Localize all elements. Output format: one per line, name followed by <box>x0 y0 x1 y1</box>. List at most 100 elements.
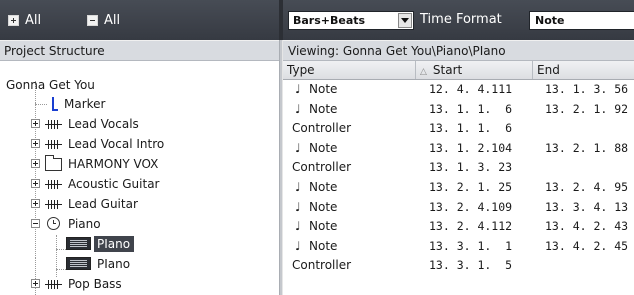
tree-root-label: Gonna Get You <box>6 78 95 92</box>
event-row[interactable]: ♩ Note 13. 2. 4.109 13. 3. 4. 13 <box>283 198 634 218</box>
event-type-cell[interactable]: ♩ Note <box>295 141 337 155</box>
tree-item-label: PIano <box>94 236 135 252</box>
viewing-path: Viewing: Gonna Get You\Piano\PIano <box>288 44 506 58</box>
tree-item-label: Lead Vocal Intro <box>68 137 165 151</box>
note-icon: ♩ <box>295 180 301 194</box>
expand-icon[interactable] <box>31 199 40 208</box>
event-end-cell[interactable]: 13. 1. 3. 56 <box>545 82 628 96</box>
tree-item-piano[interactable]: Piano <box>0 214 279 234</box>
event-type-cell[interactable]: Controller <box>292 121 351 135</box>
note-icon: ♩ <box>295 199 301 214</box>
collapse-all-button[interactable]: All <box>87 12 120 28</box>
marker-icon <box>49 97 58 111</box>
expand-all-button[interactable]: All <box>8 12 41 28</box>
project-structure-title: Project Structure <box>4 44 105 58</box>
collapse-all-label: All <box>104 12 121 28</box>
event-start-cell[interactable]: 12. 4. 4.111 <box>429 82 512 96</box>
event-type-field[interactable]: Note <box>529 11 634 30</box>
toolbar-right: Bars+Beats Time Format Note <box>283 0 634 40</box>
event-type-cell[interactable]: ♩ Note <box>295 219 337 233</box>
event-start-cell[interactable]: 13. 1. 1. 6 <box>429 102 512 116</box>
tree-item-lead-guitar[interactable]: Lead Guitar <box>0 194 279 214</box>
tree-item-piano-part-selected[interactable]: PIano <box>0 234 279 254</box>
viewing-path-bar: Viewing: Gonna Get You\Piano\PIano <box>283 40 634 61</box>
project-structure-tree: Gonna Get You Marker Lead Vocals Lead Vo… <box>0 61 279 295</box>
event-start-cell[interactable]: 13. 3. 1. 5 <box>429 258 512 272</box>
tree-item-marker[interactable]: Marker <box>0 94 279 114</box>
event-row[interactable]: ♩ Note 13. 3. 1. 1 13. 4. 2. 45 <box>283 237 634 257</box>
tree-item-label: HARMONY VOX <box>68 157 159 171</box>
event-type-cell[interactable]: Controller <box>292 258 351 272</box>
collapse-icon[interactable] <box>31 219 40 228</box>
event-row[interactable]: ♩ Note 12. 4. 4.111 13. 1. 3. 56 <box>283 80 634 100</box>
event-row[interactable]: ♩ Note 13. 2. 1. 25 13. 2. 4. 95 <box>283 178 634 198</box>
event-row[interactable]: ♩ Note 13. 1. 1. 6 13. 2. 1. 92 <box>283 100 634 120</box>
event-end-cell[interactable]: 13. 2. 1. 92 <box>545 102 628 116</box>
event-type-cell[interactable]: ♩ Note <box>295 102 337 116</box>
event-type-cell[interactable]: ♩ Note <box>295 200 337 214</box>
audio-track-icon <box>45 280 62 289</box>
time-format-label: Time Format <box>420 12 502 27</box>
midi-part-icon <box>66 257 91 270</box>
project-structure-header: Project Structure <box>0 40 279 61</box>
event-start-cell[interactable]: 13. 2. 4.112 <box>429 219 512 233</box>
display-format-value: Bars+Beats <box>293 14 366 27</box>
event-end-cell[interactable]: 13. 4. 2. 45 <box>545 239 628 253</box>
audio-track-icon <box>45 140 62 149</box>
event-row[interactable]: Controller 13. 1. 1. 6 <box>283 119 634 139</box>
event-list: ♩ Note 12. 4. 4.111 13. 1. 3. 56 ♩ Note 13. 1.… <box>283 80 634 295</box>
event-type-cell[interactable]: ♩ Note <box>295 180 337 194</box>
display-format-dropdown[interactable]: Bars+Beats <box>288 11 414 30</box>
event-start-cell[interactable]: 13. 1. 3. 23 <box>429 160 512 174</box>
column-header-end[interactable]: End <box>533 61 634 79</box>
folder-icon <box>45 155 62 171</box>
event-type-cell[interactable]: ♩ Note <box>295 239 337 253</box>
audio-track-icon <box>45 120 62 129</box>
event-end-cell[interactable]: 13. 4. 2. 43 <box>545 219 628 233</box>
event-row[interactable]: ♩ Note 13. 2. 4.112 13. 4. 2. 43 <box>283 217 634 237</box>
plus-icon <box>8 14 19 26</box>
expand-icon[interactable] <box>31 159 40 168</box>
tree-item-label: Acoustic Guitar <box>68 177 160 191</box>
note-icon: ♩ <box>295 140 301 155</box>
tree-item-label: Lead Vocals <box>68 117 139 131</box>
expand-icon[interactable] <box>31 179 40 188</box>
event-row[interactable]: Controller 13. 1. 3. 23 <box>283 158 634 178</box>
event-row[interactable]: Controller 13. 3. 1. 5 <box>283 256 634 276</box>
event-end-cell[interactable]: 13. 3. 4. 13 <box>545 200 628 214</box>
tree-item-label: Marker <box>64 97 106 111</box>
expand-icon[interactable] <box>31 119 40 128</box>
event-type-cell[interactable]: Controller <box>292 160 351 174</box>
toolbar-left: All All <box>0 0 279 40</box>
expand-icon[interactable] <box>31 279 40 288</box>
tree-item-lead-vocal-intro[interactable]: Lead Vocal Intro <box>0 134 279 154</box>
event-start-cell[interactable]: 13. 2. 1. 25 <box>429 180 512 194</box>
expand-all-label: All <box>25 12 42 28</box>
expand-icon[interactable] <box>31 139 40 148</box>
toolbar: All All Bars+Beats Time Format Note <box>0 0 634 40</box>
event-start-cell[interactable]: 13. 3. 1. 1 <box>429 239 512 253</box>
dropdown-arrow-icon[interactable] <box>398 13 412 28</box>
event-start-cell[interactable]: 13. 2. 4.109 <box>429 200 512 214</box>
column-header-type[interactable]: Type <box>283 61 416 79</box>
note-icon: ♩ <box>295 238 301 253</box>
event-type-cell[interactable]: ♩ Note <box>295 82 337 96</box>
event-start-cell[interactable]: 13. 1. 2.104 <box>429 141 512 155</box>
note-icon: ♩ <box>295 101 301 116</box>
event-start-cell[interactable]: 13. 1. 1. 6 <box>429 121 512 135</box>
tree-item-harmony-vox[interactable]: HARMONY VOX <box>0 154 279 174</box>
tree-item-label: Lead Guitar <box>68 197 138 211</box>
event-end-cell[interactable]: 13. 2. 1. 88 <box>545 141 628 155</box>
tree-root[interactable]: Gonna Get You <box>0 75 279 95</box>
column-header-start[interactable]: △ Start <box>416 61 533 79</box>
event-type-value: Note <box>535 14 565 27</box>
event-end-cell[interactable]: 13. 2. 4. 95 <box>545 180 628 194</box>
midi-part-icon <box>66 237 91 250</box>
tree-item-label: Pop Bass <box>68 277 122 291</box>
tree-item-pop-bass[interactable]: Pop Bass <box>0 274 279 294</box>
event-row[interactable]: ♩ Note 13. 1. 2.104 13. 2. 1. 88 <box>283 139 634 159</box>
tree-item-piano-part[interactable]: PIano <box>0 254 279 274</box>
tree-item-acoustic-guitar[interactable]: Acoustic Guitar <box>0 174 279 194</box>
tree-item-lead-vocals[interactable]: Lead Vocals <box>0 114 279 134</box>
tree-item-label: Piano <box>68 217 101 231</box>
